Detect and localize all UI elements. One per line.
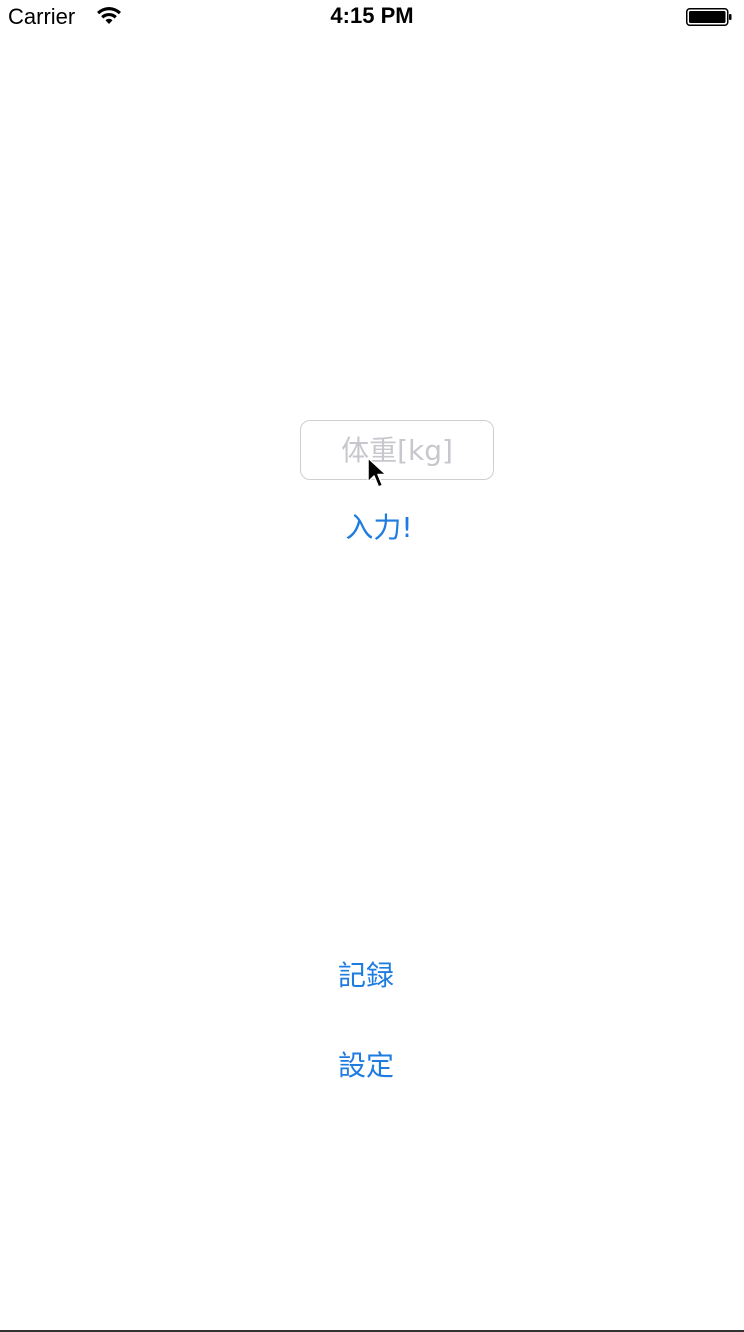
weight-input[interactable] <box>301 432 493 468</box>
submit-button[interactable]: 入力! <box>14 506 744 546</box>
status-time: 4:15 PM <box>330 3 414 28</box>
record-button[interactable]: 記録 <box>0 954 744 994</box>
mouse-pointer-icon <box>367 457 387 488</box>
weight-field[interactable] <box>300 420 494 480</box>
status-bar: Carrier 4:15 PM <box>0 0 744 40</box>
settings-button[interactable]: 設定 <box>0 1044 744 1084</box>
battery-icon <box>686 8 732 26</box>
